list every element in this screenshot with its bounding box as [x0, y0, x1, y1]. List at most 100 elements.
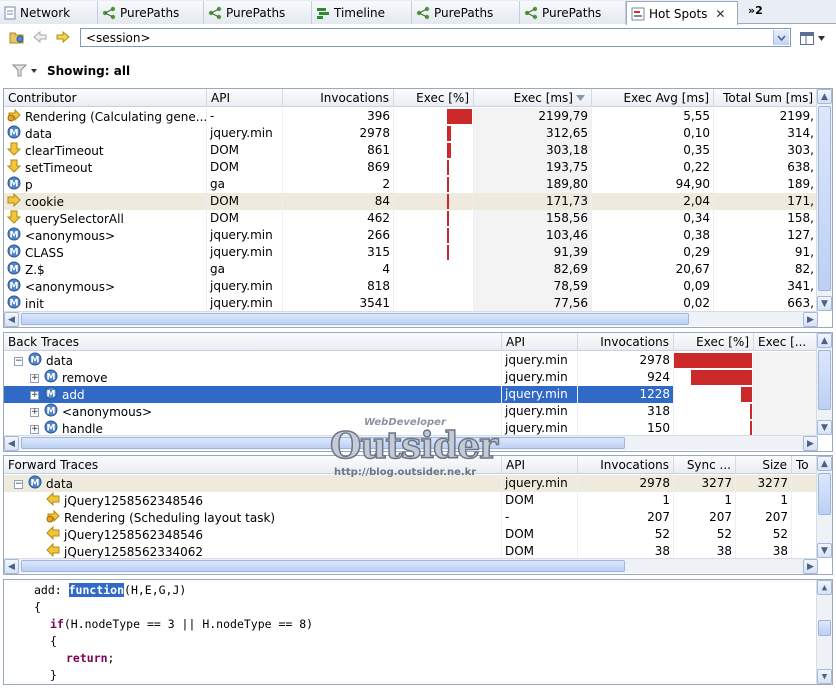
tab-purepaths-3[interactable]: PurePaths	[412, 1, 520, 24]
column-header-invocations[interactable]: Invocations	[283, 89, 394, 107]
scroll-down-icon[interactable]: ▼	[817, 543, 832, 558]
horizontal-scrollbar[interactable]: ◀ ▶	[4, 435, 818, 451]
scroll-thumb[interactable]	[818, 106, 831, 291]
scroll-left-icon[interactable]: ◀	[4, 312, 19, 327]
expand-icon[interactable]: +	[30, 408, 39, 417]
arrow-left-icon	[46, 492, 60, 509]
scroll-thumb[interactable]	[21, 560, 625, 572]
scroll-right-icon[interactable]: ▶	[803, 559, 818, 574]
table-row[interactable]: M <anonymous> jquery.min 818 78,59 0,09 341,	[4, 278, 819, 295]
filter-icon[interactable]	[12, 64, 27, 77]
open-session-icon[interactable]	[9, 30, 25, 44]
column-header-exec-pct[interactable]: Exec [%]	[394, 89, 474, 107]
table-row[interactable]: Mdata jquery.min 2978 312,65 0,10 314,	[4, 125, 819, 142]
scroll-thumb[interactable]	[818, 473, 831, 515]
expand-icon[interactable]: +	[30, 374, 39, 383]
source-code-viewer[interactable]: add: function(H,E,G,J) { if(H.nodeType =…	[3, 579, 833, 685]
column-header-to[interactable]: To	[792, 456, 818, 474]
table-row[interactable]: M Z.$ ga 4 82,69 20,67 82,	[4, 261, 819, 278]
table-row[interactable]: Rendering (Calculating gene... -396 2199,7…	[4, 108, 819, 125]
column-header-api[interactable]: API	[502, 333, 578, 351]
tree-row[interactable]: − Mdata jquery.min 2978 3277 3277	[4, 475, 819, 492]
menu-chevron-icon[interactable]	[818, 36, 825, 41]
collapse-icon[interactable]: −	[14, 357, 23, 366]
column-header-forward-traces[interactable]: Forward Traces	[4, 456, 502, 474]
scroll-thumb[interactable]	[21, 313, 689, 325]
table-row[interactable]: querySelectorAll DOM 462 158,56 0,34 158,	[4, 210, 819, 227]
expand-icon[interactable]: +	[30, 391, 39, 400]
scroll-down-icon[interactable]: ▼	[817, 669, 832, 684]
column-header-invocations[interactable]: Invocations	[578, 456, 674, 474]
vertical-scrollbar[interactable]: ▲ ▼	[816, 580, 832, 684]
collapse-icon[interactable]: −	[14, 480, 23, 489]
tree-row[interactable]: + Madd jquery.min 1228	[4, 386, 819, 403]
tab-network[interactable]: Network	[0, 1, 98, 24]
vertical-scrollbar[interactable]: ▲ ▼	[816, 456, 832, 558]
vertical-scrollbar[interactable]: ▲ ▼	[816, 333, 832, 435]
column-header-api[interactable]: API	[502, 456, 578, 474]
column-header-contributor[interactable]: Contributor	[4, 89, 207, 107]
scroll-down-icon[interactable]: ▼	[817, 420, 832, 435]
scroll-down-icon[interactable]: ▼	[817, 296, 832, 311]
chevron-down-icon[interactable]	[773, 30, 789, 45]
column-header-exec-pct[interactable]: Exec [%]	[674, 333, 754, 351]
tab-purepaths-2[interactable]: PurePaths	[204, 1, 312, 24]
column-header-back-traces[interactable]: Back Traces	[4, 333, 502, 351]
tab-purepaths-1[interactable]: PurePaths	[98, 1, 204, 24]
size-cell: 207	[736, 509, 792, 526]
total-sum-cell: 189,	[714, 176, 818, 193]
horizontal-scrollbar[interactable]: ◀ ▶	[4, 558, 818, 574]
table-row[interactable]: Minit jquery.min 3541 77,56 0,02 663,	[4, 295, 819, 312]
arrow-right-icon	[7, 193, 21, 210]
layout-icon[interactable]	[800, 32, 814, 45]
forward-arrow-icon[interactable]	[55, 30, 71, 44]
tree-row[interactable]: + M <anonymous> jquery.min 318	[4, 403, 819, 420]
tab-overflow-button[interactable]: »2	[748, 4, 763, 17]
scroll-up-icon[interactable]: ▲	[817, 333, 832, 348]
tree-row[interactable]: + Mremove jquery.min 924	[4, 369, 819, 386]
column-header-size[interactable]: Size	[736, 456, 792, 474]
tab-hot-spots[interactable]: Hot Spots ✕	[626, 1, 738, 25]
scroll-left-icon[interactable]: ◀	[4, 559, 19, 574]
table-row[interactable]: clearTimeout DOM 861 303,18 0,35 303,	[4, 142, 819, 159]
close-icon[interactable]: ✕	[715, 7, 725, 21]
contributor-cell: clearTimeout	[4, 142, 207, 159]
table-row[interactable]: cookie DOM 84 171,73 2,04 171,	[4, 193, 819, 210]
table-row[interactable]: setTimeout DOM 869 193,75 0,22 638,	[4, 159, 819, 176]
table-row[interactable]: M <anonymous> jquery.min 266 103,46 0,38 127,	[4, 227, 819, 244]
back-arrow-icon[interactable]	[32, 30, 48, 44]
exec-pct-cell	[394, 125, 474, 142]
vertical-scrollbar[interactable]: ▲ ▼	[816, 89, 832, 311]
table-row[interactable]: M CLASS jquery.min 315 91,39 0,29 91,	[4, 244, 819, 261]
scroll-up-icon[interactable]: ▲	[817, 580, 832, 595]
tree-row[interactable]: jQuery1258562348546 DOM 1 1 1	[4, 492, 819, 509]
session-selector[interactable]: <session>	[80, 28, 791, 47]
tree-row[interactable]: jQuery1258562348546 DOM 52 52 52	[4, 526, 819, 543]
scroll-right-icon[interactable]: ▶	[803, 312, 818, 327]
scroll-right-icon[interactable]: ▶	[803, 436, 818, 451]
column-header-exec-ms[interactable]: Exec [ms]	[474, 89, 592, 107]
scroll-up-icon[interactable]: ▲	[817, 456, 832, 471]
tree-row[interactable]: Rendering (Scheduling layout task) -207 20…	[4, 509, 819, 526]
scroll-left-icon[interactable]: ◀	[4, 436, 19, 451]
svg-text:M: M	[31, 356, 40, 366]
invocations-cell: 924	[578, 369, 674, 386]
tree-row[interactable]: − Mdata jquery.min 2978	[4, 352, 819, 369]
tab-purepaths-4[interactable]: PurePaths	[520, 1, 626, 24]
column-header-total-sum[interactable]: Total Sum [ms]	[714, 89, 818, 107]
scroll-thumb[interactable]	[818, 620, 831, 636]
horizontal-scrollbar[interactable]: ◀ ▶	[4, 311, 818, 327]
editor-tab-bar: Network PurePaths PurePaths Timeline Pur…	[0, 0, 836, 25]
filter-dropdown-icon[interactable]	[31, 69, 37, 73]
expand-icon[interactable]: +	[30, 425, 39, 434]
column-header-exec-avg[interactable]: Exec Avg [ms]	[592, 89, 714, 107]
column-header-sync[interactable]: Sync ...	[674, 456, 736, 474]
column-header-invocations[interactable]: Invocations	[578, 333, 674, 351]
column-header-api[interactable]: API	[207, 89, 283, 107]
table-row[interactable]: Mp ga 2 189,80 94,90 189,	[4, 176, 819, 193]
scroll-thumb[interactable]	[818, 350, 831, 410]
column-header-exec[interactable]: Exec [...	[754, 333, 818, 351]
tab-timeline[interactable]: Timeline	[312, 1, 412, 24]
scroll-thumb[interactable]	[21, 437, 625, 449]
scroll-up-icon[interactable]: ▲	[817, 89, 832, 104]
